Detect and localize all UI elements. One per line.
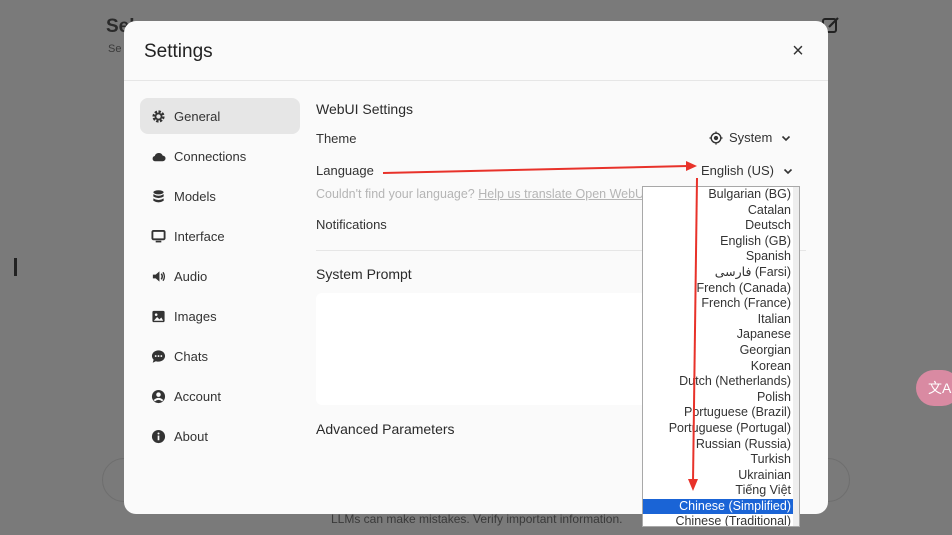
language-option[interactable]: Portuguese (Portugal) [643, 421, 799, 437]
language-option[interactable]: French (France) [643, 296, 799, 312]
sidebar-item-label: Interface [174, 228, 225, 244]
chevron-down-icon [782, 135, 791, 141]
sun-icon [709, 130, 723, 145]
gear-icon [150, 108, 166, 124]
close-icon[interactable]: × [788, 41, 808, 61]
language-option[interactable]: Catalan [643, 203, 799, 219]
translation-hint-text: Couldn't find your language? [316, 187, 475, 201]
database-icon [150, 188, 166, 204]
language-option[interactable]: Deutsch [643, 218, 799, 234]
chat-icon [150, 348, 166, 364]
background-page-subtitle: Se [108, 43, 122, 55]
theme-label: Theme [316, 131, 357, 146]
sidebar-item-models[interactable]: Models [140, 178, 300, 214]
sidebar-item-label: Account [174, 388, 221, 404]
settings-sidebar: General Connections Models Interface Aud… [140, 98, 300, 458]
sidebar-item-images[interactable]: Images [140, 298, 300, 334]
language-dropdown-list[interactable]: Bulgarian (BG) Catalan Deutsch English (GB)… [642, 186, 800, 527]
monitor-icon [150, 228, 166, 244]
sidebar-item-account[interactable]: Account [140, 378, 300, 414]
language-option[interactable]: Ukrainian [643, 468, 799, 484]
language-option[interactable]: Bulgarian (BG) [643, 187, 799, 203]
sidebar-item-connections[interactable]: Connections [140, 138, 300, 174]
sidebar-item-general[interactable]: General [140, 98, 300, 134]
language-option-selected[interactable]: Chinese (Simplified) [643, 498, 799, 515]
language-option[interactable]: فارسی (Farsi) [643, 265, 799, 281]
language-option[interactable]: Turkish [643, 452, 799, 468]
sidebar-item-label: Audio [174, 268, 208, 284]
dropdown-scrollbar[interactable] [793, 187, 799, 526]
language-option[interactable]: Russian (Russia) [643, 437, 799, 453]
language-option[interactable]: Portuguese (Brazil) [643, 405, 799, 421]
language-value: English (US) [701, 163, 774, 178]
sidebar-item-label: Images [174, 308, 217, 324]
theme-value: System [729, 130, 773, 145]
language-option[interactable]: Japanese [643, 327, 799, 343]
system-prompt-heading: System Prompt [316, 266, 412, 282]
language-options: Bulgarian (BG) Catalan Deutsch English (GB)… [643, 187, 799, 526]
language-option[interactable]: French (Canada) [643, 281, 799, 297]
language-label: Language [316, 163, 374, 178]
sidebar-item-label: About [174, 428, 208, 444]
chevron-down-icon [783, 168, 793, 174]
sidebar-item-chats[interactable]: Chats [140, 338, 300, 374]
language-option[interactable]: Italian [643, 312, 799, 328]
modal-header: Settings × [124, 21, 828, 81]
speaker-icon [150, 268, 166, 284]
language-option[interactable]: English (GB) [643, 234, 799, 250]
webui-settings-heading: WebUI Settings [316, 101, 414, 117]
sidebar-item-interface[interactable]: Interface [140, 218, 300, 254]
language-option[interactable]: Dutch (Netherlands) [643, 374, 799, 390]
sidebar-item-audio[interactable]: Audio [140, 258, 300, 294]
sidebar-item-label: Connections [174, 148, 247, 164]
cloud-icon [150, 148, 166, 164]
language-option[interactable]: Georgian [643, 343, 799, 359]
image-icon [150, 308, 166, 324]
advanced-parameters-toggle[interactable]: Advanced Parameters [316, 421, 455, 437]
language-option[interactable]: Polish [643, 390, 799, 406]
language-option[interactable]: Spanish [643, 249, 799, 265]
notifications-label: Notifications [316, 217, 387, 232]
sidebar-item-about[interactable]: About [140, 418, 300, 454]
info-icon [150, 428, 166, 444]
modal-title: Settings [144, 41, 213, 62]
help-translate-link[interactable]: Help us translate Open WebUI! [478, 187, 651, 201]
theme-select[interactable]: System [709, 130, 792, 145]
translate-icon[interactable]: 文A [916, 370, 952, 406]
translation-hint: Couldn't find your language? Help us tra… [316, 187, 651, 201]
sidebar-item-label: Chats [174, 348, 208, 364]
background-cursor-mark [14, 258, 17, 276]
language-select[interactable]: English (US) [701, 163, 794, 178]
user-icon [150, 388, 166, 404]
language-option[interactable]: Korean [643, 359, 799, 375]
language-option[interactable]: Chinese (Traditional) [643, 514, 799, 526]
sidebar-item-label: General [174, 108, 221, 124]
background-disclaimer: LLMs can make mistakes. Verify important… [331, 512, 623, 526]
sidebar-item-label: Models [174, 188, 216, 204]
language-option[interactable]: Tiếng Việt [643, 483, 799, 499]
